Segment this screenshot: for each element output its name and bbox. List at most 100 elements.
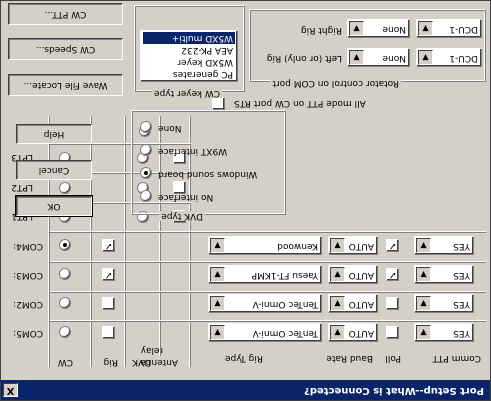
- chevron-down-icon: ▼: [210, 238, 225, 253]
- right-rig-label: Right Rig: [300, 25, 342, 35]
- right-rig-model-value: None: [382, 24, 406, 34]
- cw-radio[interactable]: [59, 326, 71, 338]
- dvk-option[interactable]: Windows sound board: [138, 165, 278, 181]
- chevron-down-icon: ▼: [210, 325, 225, 340]
- list-item-selected[interactable]: W5XD multi+: [143, 32, 235, 44]
- dvk-option[interactable]: No interface: [138, 188, 278, 204]
- baud-rate-value: AUTO: [348, 299, 374, 309]
- left-rig-port-select[interactable]: DCU-1 ▼: [416, 48, 482, 67]
- chevron-down-icon: ▼: [416, 267, 431, 282]
- dvk-option[interactable]: None: [138, 119, 278, 135]
- comm-ptt-value: YES: [453, 299, 470, 309]
- baud-rate-select[interactable]: AUTO ▼: [328, 323, 378, 342]
- list-item[interactable]: AEA PK-232: [143, 44, 235, 56]
- row-divider: [50, 232, 486, 233]
- rig-type-select[interactable]: Kenwood ▼: [208, 236, 322, 255]
- rig-checkbox[interactable]: ✓: [102, 268, 115, 281]
- header-dvk: DVK: [132, 357, 151, 367]
- rig-type-select[interactable]: TenTec Omni-V ▼: [208, 323, 322, 342]
- com-row: YES ▼ ✓ AUTO ▼ Yaesu FT-1KMP ▼ ✓ COM3:: [0, 264, 490, 284]
- all-mode-ptt-checkbox[interactable]: [212, 97, 225, 110]
- right-rig-port-select[interactable]: DCU-1 ▼: [416, 19, 482, 38]
- comm-ptt-value: YES: [453, 270, 470, 280]
- all-mode-ptt[interactable]: All mode PTT on CW port RTS: [210, 95, 430, 111]
- title-bar: Port Setup--What is Connected?: [1, 380, 490, 400]
- cw-radio[interactable]: [59, 182, 71, 194]
- port-setup-dialog: Port Setup--What is Connected? X Comm PT…: [0, 0, 491, 401]
- header-rig: Rig: [103, 357, 118, 367]
- list-item[interactable]: PC generates: [143, 68, 235, 80]
- cw-radio[interactable]: [59, 239, 71, 251]
- chevron-down-icon: ▼: [210, 296, 225, 311]
- ok-button[interactable]: OK: [15, 195, 93, 217]
- dvk-option-radio[interactable]: [140, 144, 152, 156]
- cw-ptt-button[interactable]: CW PTT...: [8, 3, 123, 25]
- comm-ptt-value: YES: [453, 241, 470, 251]
- right-rig-port-value: DCU-1: [449, 24, 478, 34]
- baud-rate-value: AUTO: [348, 241, 374, 251]
- rig-type-value: TenTec Omni-V: [252, 299, 318, 309]
- help-button[interactable]: Help: [16, 124, 92, 144]
- left-rig-label: Left (or only) Rig: [266, 53, 342, 63]
- poll-checkbox[interactable]: ✓: [386, 268, 399, 281]
- header-rig-type: Rig Type: [225, 353, 263, 363]
- lpt-port-label: LPT2: [11, 182, 33, 192]
- com-row: YES ▼ ✓ AUTO ▼ Kenwood ▼ ✓ COM4:: [0, 235, 490, 255]
- close-icon: X: [6, 385, 15, 396]
- dvk-option-label: None: [158, 123, 182, 133]
- baud-rate-select[interactable]: AUTO ▼: [328, 265, 378, 284]
- header-baud-rate: Baud Rate: [326, 353, 373, 363]
- baud-rate-select[interactable]: AUTO ▼: [328, 236, 378, 255]
- chevron-down-icon: ▼: [349, 21, 364, 36]
- cw-speeds-button[interactable]: CW Speeds...: [8, 38, 123, 60]
- header-poll: Poll: [385, 353, 401, 363]
- comm-ptt-select[interactable]: YES ▼: [414, 236, 474, 255]
- dvk-option-label: Windows sound board: [158, 169, 258, 179]
- chevron-down-icon: ▼: [330, 296, 345, 311]
- rig-type-select[interactable]: Yaesu FT-1KMP ▼: [208, 265, 322, 284]
- dvk-option-radio[interactable]: [140, 190, 152, 202]
- cw-radio[interactable]: [59, 297, 71, 309]
- poll-checkbox[interactable]: [386, 326, 399, 339]
- rig-type-value: Yaesu FT-1KMP: [251, 270, 318, 280]
- check-icon: ✓: [388, 269, 397, 280]
- cancel-button[interactable]: Cancel: [16, 160, 92, 180]
- right-rig-model-select[interactable]: None ▼: [347, 19, 410, 38]
- com-row: YES ▼ AUTO ▼ TenTec Omni-V ▼ COM2:: [0, 293, 490, 313]
- comm-ptt-select[interactable]: YES ▼: [414, 323, 474, 342]
- rig-type-value: Kenwood: [277, 241, 318, 251]
- rig-checkbox[interactable]: ✓: [102, 239, 115, 252]
- chevron-down-icon: ▼: [416, 296, 431, 311]
- dvk-option[interactable]: W9XT interface: [138, 142, 278, 158]
- dvk-option-radio[interactable]: [140, 121, 152, 133]
- baud-rate-select[interactable]: AUTO ▼: [328, 294, 378, 313]
- left-rig-port-value: DCU-1: [449, 53, 478, 63]
- row-divider: [50, 262, 486, 263]
- cw-radio[interactable]: [59, 268, 71, 280]
- all-mode-ptt-label: All mode PTT on CW port RTS: [234, 98, 366, 108]
- left-rig-model-select[interactable]: None ▼: [347, 48, 410, 67]
- com-port-label: COM3:: [13, 270, 43, 280]
- chevron-down-icon: ▼: [330, 267, 345, 282]
- header-comm-ptt: Comm PTT: [432, 353, 481, 363]
- wave-file-locate-button[interactable]: Wave File Locate...: [8, 74, 123, 96]
- close-button[interactable]: X: [3, 383, 18, 397]
- com-row: YES ▼ AUTO ▼ TenTec Omni-V ▼ COM5:: [0, 322, 490, 342]
- rig-type-value: TenTec Omni-V: [252, 328, 318, 338]
- left-rig-model-value: None: [382, 53, 406, 63]
- poll-checkbox[interactable]: ✓: [386, 239, 399, 252]
- list-item[interactable]: W5XD keyer: [143, 56, 235, 68]
- chevron-down-icon: ▼: [210, 267, 225, 282]
- rig-checkbox[interactable]: [102, 297, 115, 310]
- com-port-label: COM2:: [13, 299, 43, 309]
- check-icon: ✓: [104, 269, 113, 280]
- rig-checkbox[interactable]: [102, 326, 115, 339]
- comm-ptt-value: YES: [453, 328, 470, 338]
- rig-type-select[interactable]: TenTec Omni-V ▼: [208, 294, 322, 313]
- chevron-down-icon: ▼: [416, 325, 431, 340]
- poll-checkbox[interactable]: [386, 297, 399, 310]
- cw-keyer-listbox[interactable]: PC generates W5XD keyer AEA PK-232 W5XD …: [140, 30, 238, 82]
- comm-ptt-select[interactable]: YES ▼: [414, 294, 474, 313]
- comm-ptt-select[interactable]: YES ▼: [414, 265, 474, 284]
- dvk-option-radio[interactable]: [140, 167, 152, 179]
